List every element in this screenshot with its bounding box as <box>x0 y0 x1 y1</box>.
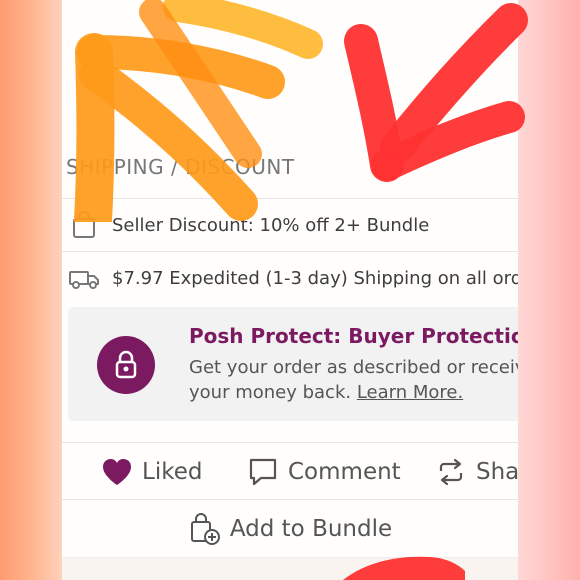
share-button[interactable]: Sha <box>434 455 518 489</box>
social-actions-row: Liked Comment Sha <box>62 442 518 500</box>
add-to-bundle-button[interactable]: Add to Bundle <box>62 500 518 558</box>
posh-protect-title: Posh Protect: Buyer Protection Po <box>189 324 518 348</box>
shipping-discount-heading: SHIPPING / DISCOUNT <box>66 155 295 179</box>
left-background-glow <box>0 0 62 580</box>
speech-bubble-icon <box>246 455 280 489</box>
comment-label: Comment <box>288 459 401 485</box>
bundle-bag-icon <box>188 512 222 546</box>
comment-button[interactable]: Comment <box>246 455 401 489</box>
shipping-info-row: $7.97 Expedited (1-3 day) Shipping on al… <box>62 251 518 305</box>
right-background-glow <box>518 0 580 580</box>
posh-protect-line-1: Get your order as described or receiv <box>189 357 518 378</box>
learn-more-link[interactable]: Learn More. <box>357 382 463 403</box>
add-to-bundle-label: Add to Bundle <box>229 515 393 542</box>
seller-discount-text: Seller Discount: 10% off 2+ Bundle <box>112 214 430 236</box>
shipping-info-text: $7.97 Expedited (1-3 day) Shipping on al… <box>112 268 518 289</box>
heart-icon <box>100 455 134 489</box>
bottom-edge-strip <box>62 558 518 580</box>
posh-protect-line-2: your money back. Learn More. <box>189 380 518 405</box>
posh-protect-line-2-prefix: your money back. <box>189 382 357 403</box>
share-label: Sha <box>476 459 518 485</box>
posh-protect-card[interactable]: Posh Protect: Buyer Protection Po Get yo… <box>68 307 518 421</box>
listing-details-panel: SHIPPING / DISCOUNT Seller Discount: 10%… <box>62 0 518 580</box>
share-arrows-icon <box>434 455 468 489</box>
delivery-truck-icon <box>66 264 102 294</box>
lock-icon <box>97 336 155 394</box>
seller-discount-row: Seller Discount: 10% off 2+ Bundle <box>62 198 518 251</box>
shopping-bag-icon <box>66 210 102 240</box>
liked-label: Liked <box>142 459 203 485</box>
posh-protect-description: Get your order as described or receiv yo… <box>189 355 518 405</box>
like-button[interactable]: Liked <box>100 455 202 489</box>
